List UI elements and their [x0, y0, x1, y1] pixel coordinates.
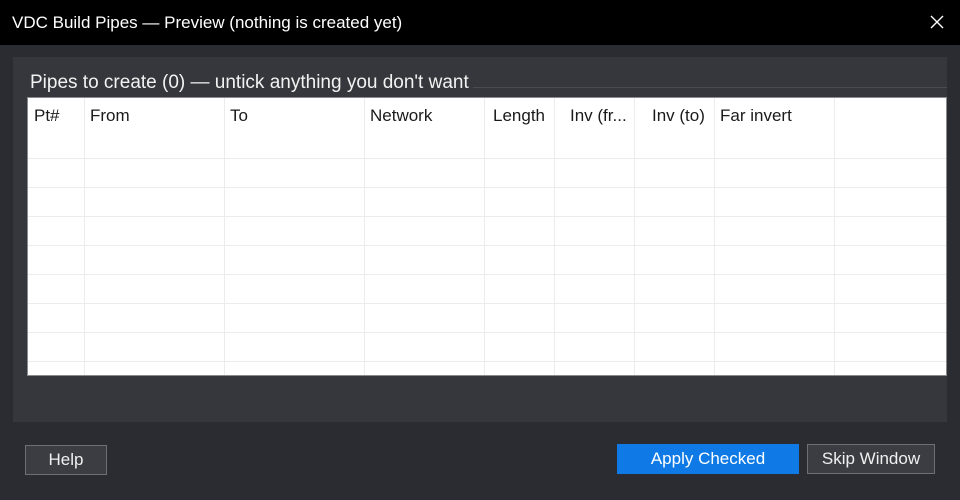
row-divider: [28, 216, 946, 217]
column-divider: [84, 98, 85, 375]
row-divider: [28, 187, 946, 188]
apply-checked-button[interactable]: Apply Checked: [617, 444, 799, 474]
row-divider: [28, 158, 946, 159]
column-divider: [484, 98, 485, 375]
table-header: Pt# From To Network Length Inv (fr... In…: [28, 98, 946, 132]
close-button[interactable]: [914, 0, 960, 45]
dialog-window: VDC Build Pipes — Preview (nothing is cr…: [0, 0, 960, 500]
column-header-network[interactable]: Network: [364, 98, 484, 132]
row-divider: [28, 274, 946, 275]
column-divider: [634, 98, 635, 375]
row-divider: [28, 245, 946, 246]
row-divider: [28, 361, 946, 362]
title-bar[interactable]: VDC Build Pipes — Preview (nothing is cr…: [0, 0, 960, 45]
pipes-group-box: Pipes to create (0) — untick anything yo…: [13, 57, 947, 422]
help-button[interactable]: Help: [25, 445, 107, 475]
window-title: VDC Build Pipes — Preview (nothing is cr…: [12, 13, 403, 32]
column-header-length[interactable]: Length: [484, 98, 554, 132]
column-header-pt[interactable]: Pt#: [28, 98, 84, 132]
column-divider: [554, 98, 555, 375]
column-header-from[interactable]: From: [84, 98, 224, 132]
close-icon: [930, 15, 944, 29]
row-divider: [28, 332, 946, 333]
column-divider: [364, 98, 365, 375]
column-header-to[interactable]: To: [224, 98, 364, 132]
column-header-inv-to[interactable]: Inv (to): [634, 98, 714, 132]
column-divider: [224, 98, 225, 375]
column-divider: [834, 98, 835, 375]
pipes-table[interactable]: Pt# From To Network Length Inv (fr... In…: [27, 97, 947, 376]
column-header-inv-from[interactable]: Inv (fr...: [554, 98, 634, 132]
group-title: Pipes to create (0) — untick anything yo…: [27, 70, 473, 96]
skip-window-button[interactable]: Skip Window: [807, 444, 935, 474]
column-divider: [714, 98, 715, 375]
row-divider: [28, 303, 946, 304]
column-header-far-invert[interactable]: Far invert: [714, 98, 834, 132]
